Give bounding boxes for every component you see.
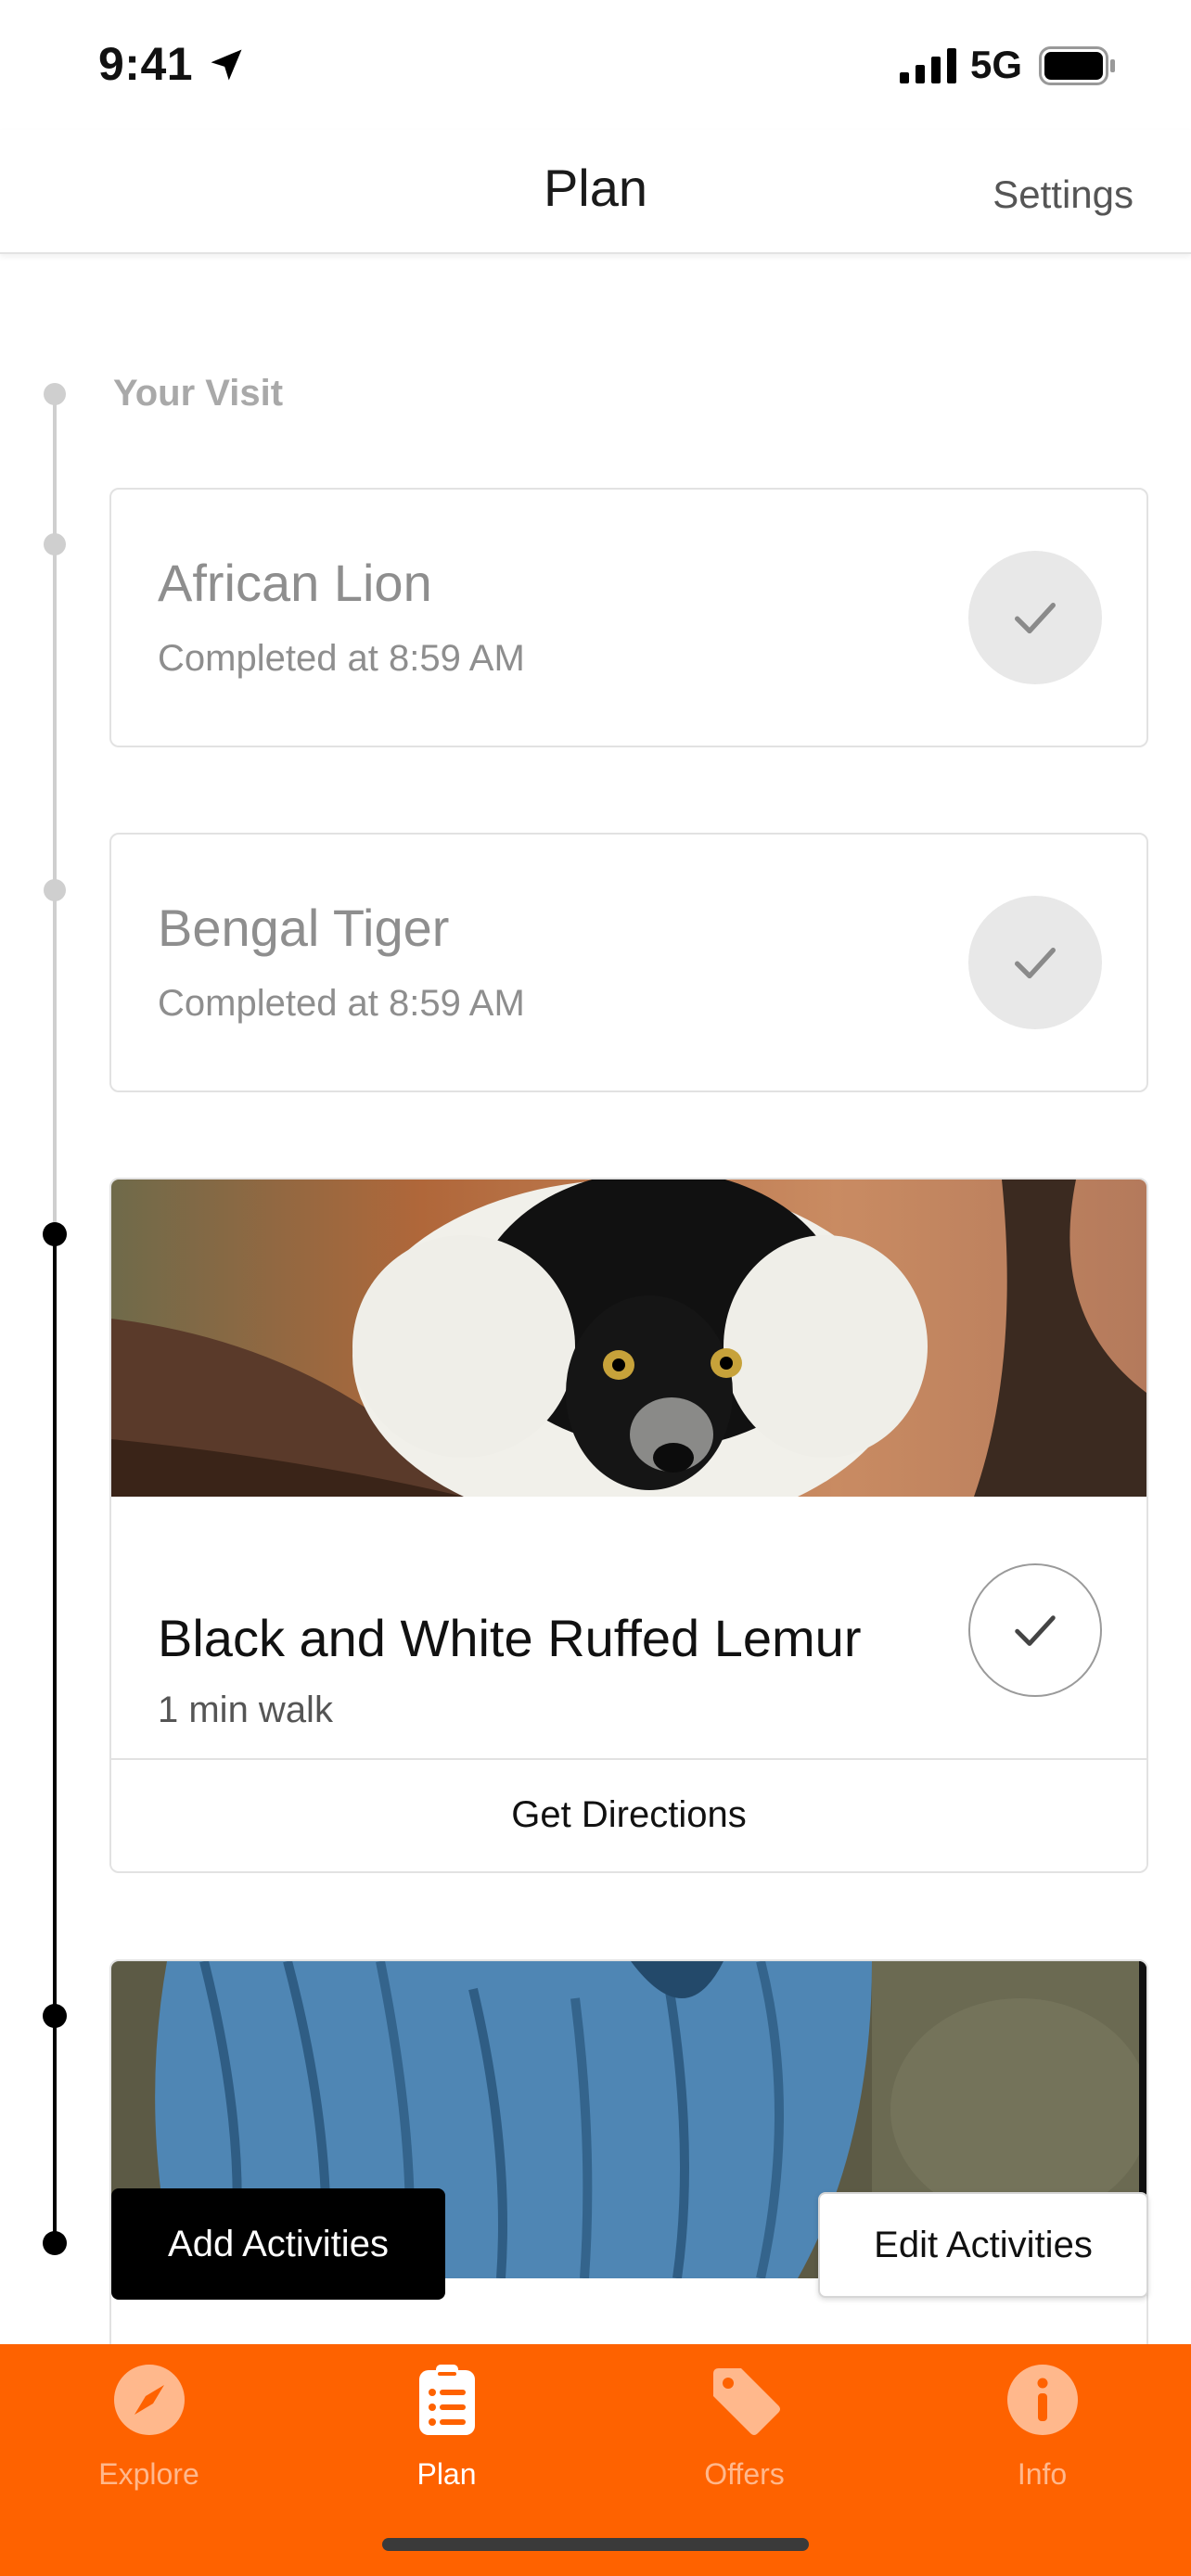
checkmark-icon (1015, 1615, 1056, 1646)
timeline-dot (44, 383, 66, 405)
tab-label: Plan (416, 2457, 477, 2491)
activity-title: Black and White Ruffed Lemur (158, 1609, 862, 1667)
tag-icon (712, 2368, 780, 2435)
settings-button[interactable]: Settings (992, 172, 1133, 217)
add-activities-button[interactable]: Add Activities (111, 2188, 445, 2300)
cellular-signal-icon (900, 48, 956, 83)
activity-card-current[interactable]: Black and White Ruffed Lemur 1 min walk … (109, 1178, 1148, 1873)
home-indicator (382, 2538, 809, 2551)
complete-toggle-button[interactable] (968, 551, 1102, 684)
timeline-dot (44, 533, 66, 555)
timeline-dot (44, 879, 66, 901)
walk-time: 1 min walk (158, 1690, 333, 1730)
timeline-dot (43, 2231, 67, 2255)
tab-label: Info (1017, 2457, 1068, 2491)
tab-offers[interactable]: Offers (596, 2344, 893, 2502)
lemur-photo (111, 1180, 1146, 1497)
battery-icon (1039, 46, 1115, 85)
tab-info[interactable]: Info (893, 2344, 1191, 2502)
timeline-line-upcoming (53, 1233, 57, 2244)
activity-status: Completed at 8:59 AM (158, 983, 525, 1024)
get-directions-button[interactable]: Get Directions (111, 1760, 1146, 1869)
nav-bar: Plan Settings (0, 130, 1191, 254)
edit-activities-button[interactable]: Edit Activities (818, 2192, 1148, 2298)
info-icon (1006, 2365, 1078, 2435)
tab-label: Explore (98, 2457, 199, 2491)
status-bar: 9:41 5G (0, 0, 1191, 130)
clipboard-list-icon (418, 2365, 475, 2435)
complete-toggle-button[interactable] (968, 896, 1102, 1029)
section-label: Your Visit (113, 373, 284, 414)
timeline-line-completed (53, 393, 57, 1233)
checkmark-icon (1015, 603, 1056, 634)
tab-label: Offers (704, 2457, 785, 2491)
status-time: 9:41 (98, 38, 194, 90)
tab-plan[interactable]: Plan (298, 2344, 596, 2502)
activity-status: Completed at 8:59 AM (158, 638, 525, 679)
activity-card-completed[interactable]: African Lion Completed at 8:59 AM (109, 488, 1148, 747)
activity-card-completed[interactable]: Bengal Tiger Completed at 8:59 AM (109, 833, 1148, 1092)
compass-icon (113, 2365, 185, 2435)
location-arrow-icon (211, 49, 242, 81)
timeline-dot (43, 1222, 67, 1246)
tab-explore[interactable]: Explore (0, 2344, 298, 2502)
timeline-dot (43, 2004, 67, 2028)
activity-card-upcoming[interactable] (109, 1959, 1148, 2367)
network-type: 5G (970, 43, 1023, 86)
checkmark-icon (1015, 948, 1056, 979)
complete-toggle-button[interactable] (968, 1563, 1102, 1697)
activity-title: African Lion (158, 554, 432, 612)
activity-title: Bengal Tiger (158, 899, 450, 957)
